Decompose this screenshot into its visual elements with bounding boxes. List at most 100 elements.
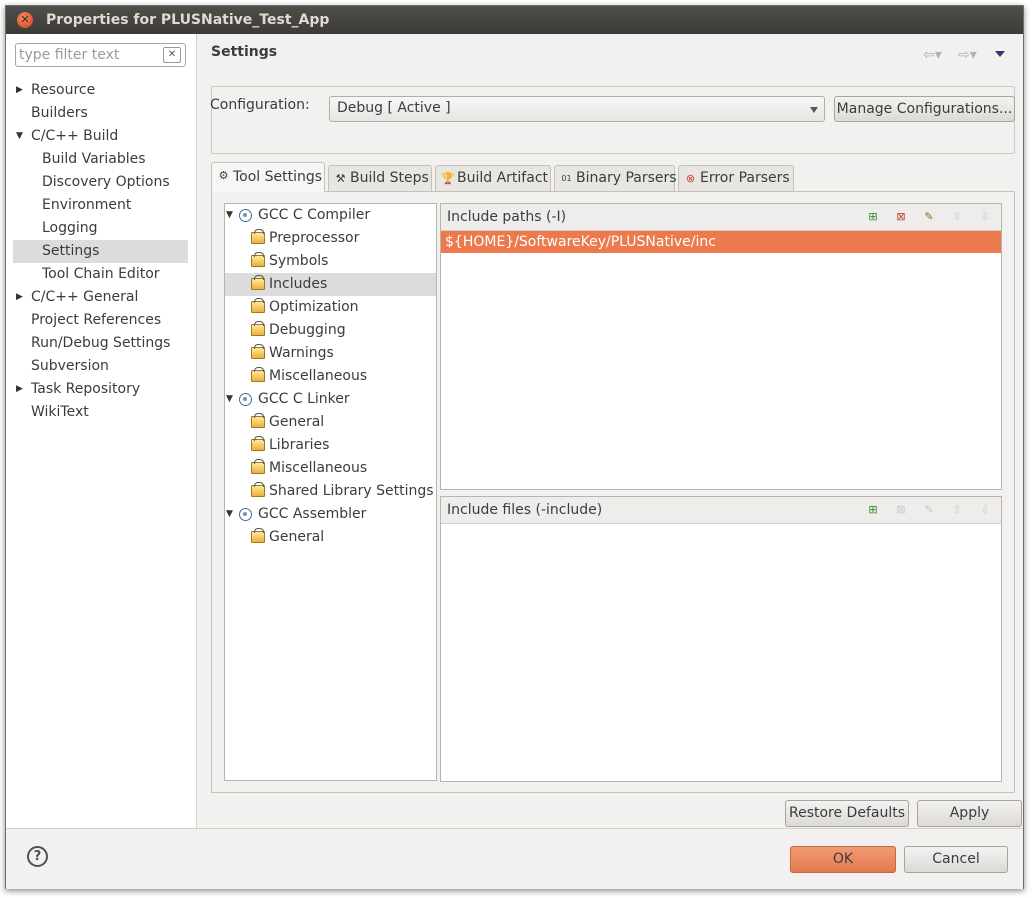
preference-nav-panel: ✕ ▶ Resource Builders ▼ C/C++ Build Build Var…	[6, 34, 197, 828]
tree-item-general[interactable]: General	[225, 526, 436, 549]
nav-item-label: C/C++ Build	[31, 128, 119, 144]
tab-label: Binary Parsers	[576, 170, 677, 186]
include-files-header: Include files (-include) ⊞ ⊠ ✎ ⇧ ⇩	[441, 497, 1001, 524]
include-paths-panel: Include paths (-I) ⊞ ⊠ ✎ ⇧ ⇩ ${HOME}/Sof…	[440, 203, 1002, 490]
include-paths-header: Include paths (-I) ⊞ ⊠ ✎ ⇧ ⇩	[441, 204, 1001, 231]
collapsed-arrow-icon[interactable]: ▶	[16, 378, 23, 401]
nav-item-label: Logging	[42, 220, 98, 236]
nav-item-project-references[interactable]: Project References	[13, 309, 188, 332]
nav-item-build-variables[interactable]: Build Variables	[13, 148, 188, 171]
nav-item-label: WikiText	[31, 404, 89, 420]
option-category-icon	[251, 229, 265, 244]
tab-build-steps[interactable]: ⚒ Build Steps	[328, 165, 432, 191]
help-icon[interactable]: ?	[27, 846, 48, 867]
add-icon[interactable]: ⊞	[865, 502, 881, 518]
nav-item-discovery-options[interactable]: Discovery Options	[13, 171, 188, 194]
move-down-icon[interactable]: ⇩	[977, 209, 993, 225]
tree-item-gcc-c-linker[interactable]: ▼ GCC C Linker	[225, 388, 436, 411]
ok-button[interactable]: OK	[790, 846, 896, 873]
nav-item-c-c-general[interactable]: ▶ C/C++ General	[13, 286, 188, 309]
filter-field[interactable]: ✕	[15, 43, 186, 67]
tree-item-label: GCC C Compiler	[258, 207, 371, 223]
tab-error-parsers[interactable]: ⊗ Error Parsers	[678, 165, 794, 191]
filter-input[interactable]	[19, 45, 159, 65]
preference-tree: ▶ Resource Builders ▼ C/C++ Build Build Varia…	[13, 79, 188, 424]
configuration-value: Debug [ Active ]	[337, 100, 451, 116]
tree-item-shared-library-settings[interactable]: Shared Library Settings	[225, 480, 436, 503]
restore-defaults-button[interactable]: Restore Defaults	[785, 800, 909, 827]
nav-item-label: Tool Chain Editor	[42, 266, 160, 282]
tree-item-gcc-c-compiler[interactable]: ▼ GCC C Compiler	[225, 204, 436, 227]
move-up-icon[interactable]: ⇧	[949, 209, 965, 225]
add-icon[interactable]: ⊞	[865, 209, 881, 225]
nav-item-builders[interactable]: Builders	[13, 102, 188, 125]
include-paths-title: Include paths (-I)	[447, 209, 567, 225]
expanded-arrow-icon[interactable]: ▼	[226, 503, 233, 526]
tree-item-includes[interactable]: Includes	[225, 273, 436, 296]
tree-item-miscellaneous[interactable]: Miscellaneous	[225, 365, 436, 388]
nav-item-c-c-build[interactable]: ▼ C/C++ Build	[13, 125, 188, 148]
nav-item-tool-chain-editor[interactable]: Tool Chain Editor	[13, 263, 188, 286]
dropdown-icon	[810, 107, 818, 113]
nav-item-run-debug-settings[interactable]: Run/Debug Settings	[13, 332, 188, 355]
apply-button[interactable]: Apply	[917, 800, 1022, 827]
view-menu-icon[interactable]	[995, 51, 1005, 57]
tab-tool-settings[interactable]: ⚙ Tool Settings	[211, 162, 325, 192]
option-category-icon	[251, 436, 265, 451]
expanded-arrow-icon[interactable]: ▼	[226, 388, 233, 411]
tab-label: Error Parsers	[700, 170, 790, 186]
nav-item-environment[interactable]: Environment	[13, 194, 188, 217]
tab-label: Tool Settings	[233, 169, 323, 185]
forward-icon[interactable]: ⇨▾	[958, 47, 977, 63]
nav-item-subversion[interactable]: Subversion	[13, 355, 188, 378]
close-icon[interactable]: ✕	[17, 12, 33, 28]
edit-icon[interactable]: ✎	[921, 502, 937, 518]
tool-icon	[239, 209, 252, 222]
configuration-select[interactable]: Debug [ Active ]	[329, 96, 825, 122]
settings-page: Settings ⇦▾ ⇨▾ Configuration: Debug [ Ac…	[198, 34, 1024, 828]
nav-item-settings[interactable]: Settings	[13, 240, 188, 263]
collapsed-arrow-icon[interactable]: ▶	[16, 286, 23, 309]
tree-item-gcc-assembler[interactable]: ▼ GCC Assembler	[225, 503, 436, 526]
nav-item-resource[interactable]: ▶ Resource	[13, 79, 188, 102]
tree-item-warnings[interactable]: Warnings	[225, 342, 436, 365]
tree-item-libraries[interactable]: Libraries	[225, 434, 436, 457]
tree-item-label: GCC C Linker	[258, 391, 350, 407]
build-steps-icon: ⚒	[335, 172, 346, 185]
move-up-icon[interactable]: ⇧	[949, 502, 965, 518]
tree-item-symbols[interactable]: Symbols	[225, 250, 436, 273]
option-category-icon	[251, 298, 265, 313]
back-icon[interactable]: ⇦▾	[923, 47, 942, 63]
tool-settings-icon: ⚙	[218, 169, 229, 182]
page-title: Settings	[211, 44, 278, 60]
nav-item-logging[interactable]: Logging	[13, 217, 188, 240]
edit-icon[interactable]: ✎	[921, 209, 937, 225]
manage-configurations-button[interactable]: Manage Configurations...	[834, 96, 1015, 122]
include-path-row[interactable]: ${HOME}/SoftwareKey/PLUSNative/inc	[441, 231, 1001, 253]
clear-filter-icon[interactable]: ✕	[163, 47, 181, 63]
collapsed-arrow-icon[interactable]: ▶	[16, 79, 23, 102]
tab-binary-parsers[interactable]: 01 Binary Parsers	[554, 165, 677, 191]
tree-item-debugging[interactable]: Debugging	[225, 319, 436, 342]
move-down-icon[interactable]: ⇩	[977, 502, 993, 518]
tab-label: Build Steps	[350, 170, 429, 186]
nav-item-label: Run/Debug Settings	[31, 335, 171, 351]
expanded-arrow-icon[interactable]: ▼	[16, 125, 23, 148]
nav-item-wikitext[interactable]: WikiText	[13, 401, 188, 424]
option-category-icon	[251, 321, 265, 336]
delete-icon[interactable]: ⊠	[893, 209, 909, 225]
tree-item-label: Miscellaneous	[269, 368, 368, 384]
tree-item-miscellaneous[interactable]: Miscellaneous	[225, 457, 436, 480]
configuration-label: Configuration:	[210, 97, 310, 113]
tab-build-artifact[interactable]: 🏆 Build Artifact	[435, 165, 551, 191]
title-bar: ✕ Properties for PLUSNative_Test_App	[6, 6, 1023, 34]
binary-parsers-icon: 01	[561, 174, 572, 183]
expanded-arrow-icon[interactable]: ▼	[226, 204, 233, 227]
tree-item-general[interactable]: General	[225, 411, 436, 434]
cancel-button[interactable]: Cancel	[904, 846, 1008, 873]
tree-item-label: Libraries	[269, 437, 330, 453]
tree-item-preprocessor[interactable]: Preprocessor	[225, 227, 436, 250]
delete-icon[interactable]: ⊠	[893, 502, 909, 518]
tree-item-optimization[interactable]: Optimization	[225, 296, 436, 319]
nav-item-task-repository[interactable]: ▶ Task Repository	[13, 378, 188, 401]
